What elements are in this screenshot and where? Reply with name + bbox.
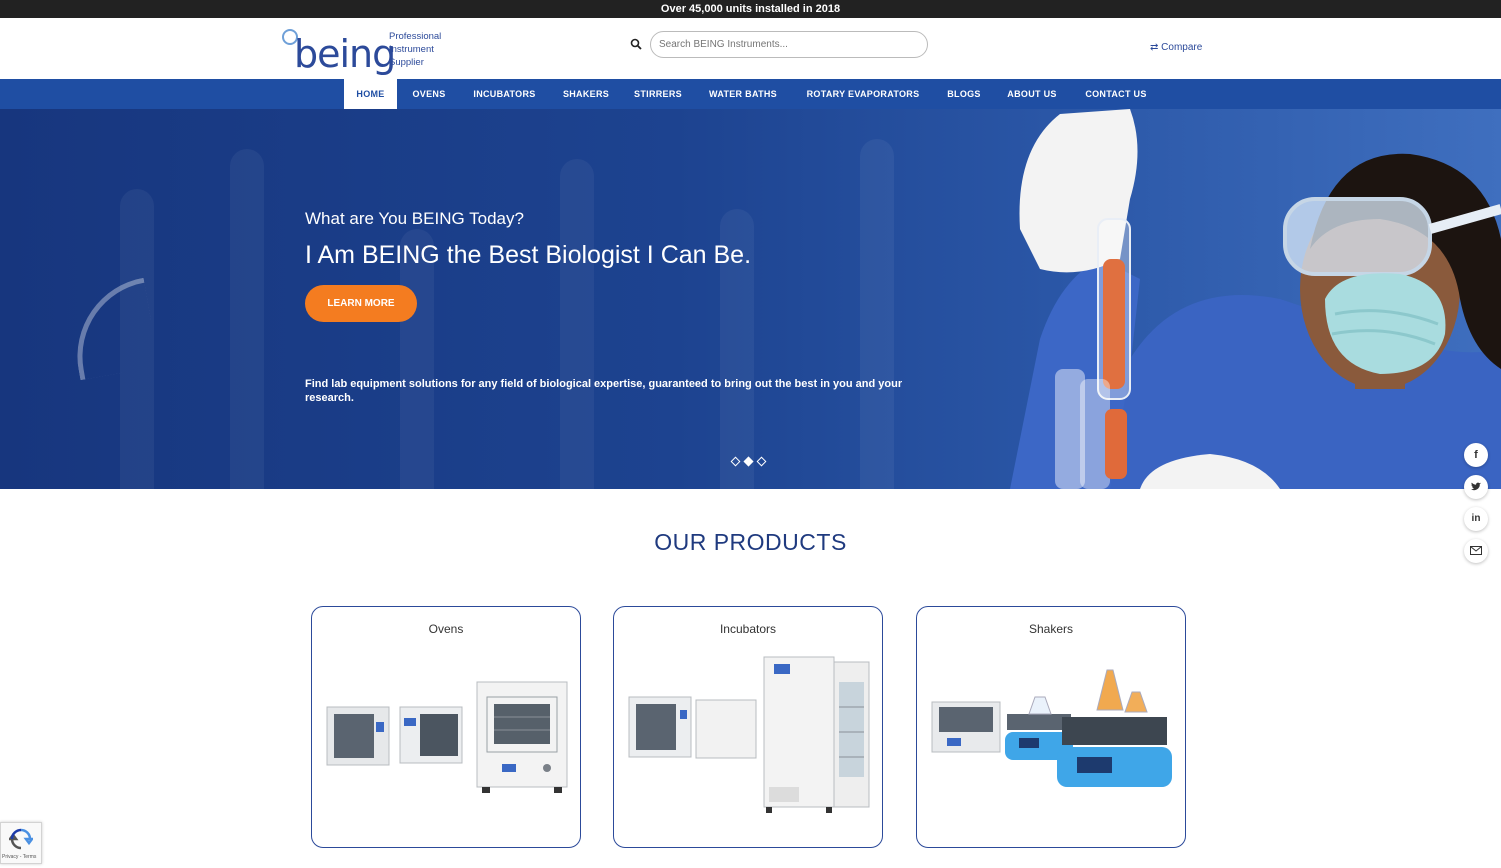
compare-icon: ⇄ bbox=[1150, 42, 1159, 53]
incubators-product-image bbox=[628, 656, 870, 813]
nav-item-incubators[interactable]: INCUBATORS bbox=[462, 79, 547, 109]
product-card-title: Incubators bbox=[719, 622, 777, 636]
logo-wordmark: being bbox=[294, 32, 396, 76]
hero-arc-decoration bbox=[64, 277, 160, 381]
learn-more-button[interactable]: LEARN MORE bbox=[305, 285, 417, 322]
nav-item-about-us[interactable]: ABOUT US bbox=[998, 79, 1066, 109]
logo-tagline: Professional Instrument Supplier bbox=[389, 30, 441, 69]
hero-title: I Am BEING the Best Biologist I Can Be. bbox=[305, 241, 752, 269]
product-card-incubators[interactable]: Incubators bbox=[613, 606, 883, 848]
product-card-ovens[interactable]: Ovens bbox=[311, 606, 581, 848]
slider-dots bbox=[730, 456, 770, 468]
recaptcha-links[interactable]: Privacy - Terms bbox=[2, 854, 36, 860]
hero-kicker: What are You BEING Today? bbox=[305, 209, 524, 228]
nav-item-blogs[interactable]: BLOGS bbox=[938, 79, 990, 109]
site-logo[interactable]: being Professional Instrument Supplier bbox=[282, 27, 452, 75]
logo-tagline-line: Instrument bbox=[389, 44, 434, 55]
nav-item-home[interactable]: HOME bbox=[344, 79, 397, 109]
hero-description: Find lab equipment solutions for any fie… bbox=[305, 378, 903, 404]
nav-item-shakers[interactable]: SHAKERS bbox=[554, 79, 618, 109]
product-card-title: Shakers bbox=[1028, 622, 1074, 636]
product-card-shakers[interactable]: Shakers bbox=[916, 606, 1186, 848]
nav-item-rotary-evaporators[interactable]: ROTARY EVAPORATORS bbox=[796, 79, 930, 109]
product-card-title: Ovens bbox=[428, 622, 464, 636]
hero-background-decoration bbox=[230, 149, 264, 489]
shakers-product-image bbox=[931, 669, 1172, 787]
logo-tagline-line: Professional bbox=[389, 31, 442, 42]
slider-dot-active[interactable] bbox=[743, 456, 754, 467]
products-heading: OUR PRODUCTS bbox=[654, 529, 847, 555]
hero-background-decoration bbox=[860, 139, 894, 489]
linkedin-icon[interactable]: in bbox=[1464, 507, 1488, 531]
scientist-photo bbox=[1010, 109, 1501, 489]
site-header: being Professional Instrument Supplier ⇄… bbox=[0, 18, 1501, 79]
recaptcha-badge[interactable]: Privacy - Terms bbox=[0, 822, 42, 864]
announcement-bar: Over 45,000 units installed in 2018 bbox=[0, 0, 1501, 18]
slider-dot[interactable] bbox=[756, 456, 767, 467]
nav-item-contact-us[interactable]: CONTACT US bbox=[1074, 79, 1158, 109]
facebook-icon[interactable]: f bbox=[1464, 443, 1488, 467]
nav-item-ovens[interactable]: OVENS bbox=[403, 79, 455, 109]
search-icon[interactable] bbox=[630, 38, 642, 50]
slider-dot[interactable] bbox=[730, 456, 741, 467]
twitter-icon[interactable] bbox=[1464, 475, 1488, 499]
ovens-product-image bbox=[326, 681, 568, 793]
search-input[interactable] bbox=[650, 31, 928, 58]
announcement-text: Over 45,000 units installed in 2018 bbox=[660, 3, 841, 15]
nav-item-water-baths[interactable]: WATER BATHS bbox=[698, 79, 788, 109]
compare-label: Compare bbox=[1161, 42, 1203, 53]
compare-link[interactable]: ⇄ Compare bbox=[1150, 42, 1202, 53]
recaptcha-icon bbox=[9, 828, 33, 850]
hero-banner: What are You BEING Today? I Am BEING the… bbox=[0, 109, 1501, 489]
logo-tagline-line: Supplier bbox=[389, 57, 424, 68]
nav-item-stirrers[interactable]: STIRRERS bbox=[626, 79, 690, 109]
main-nav: HOME OVENS INCUBATORS SHAKERS STIRRERS W… bbox=[0, 79, 1501, 109]
hero-background-decoration bbox=[560, 159, 594, 489]
